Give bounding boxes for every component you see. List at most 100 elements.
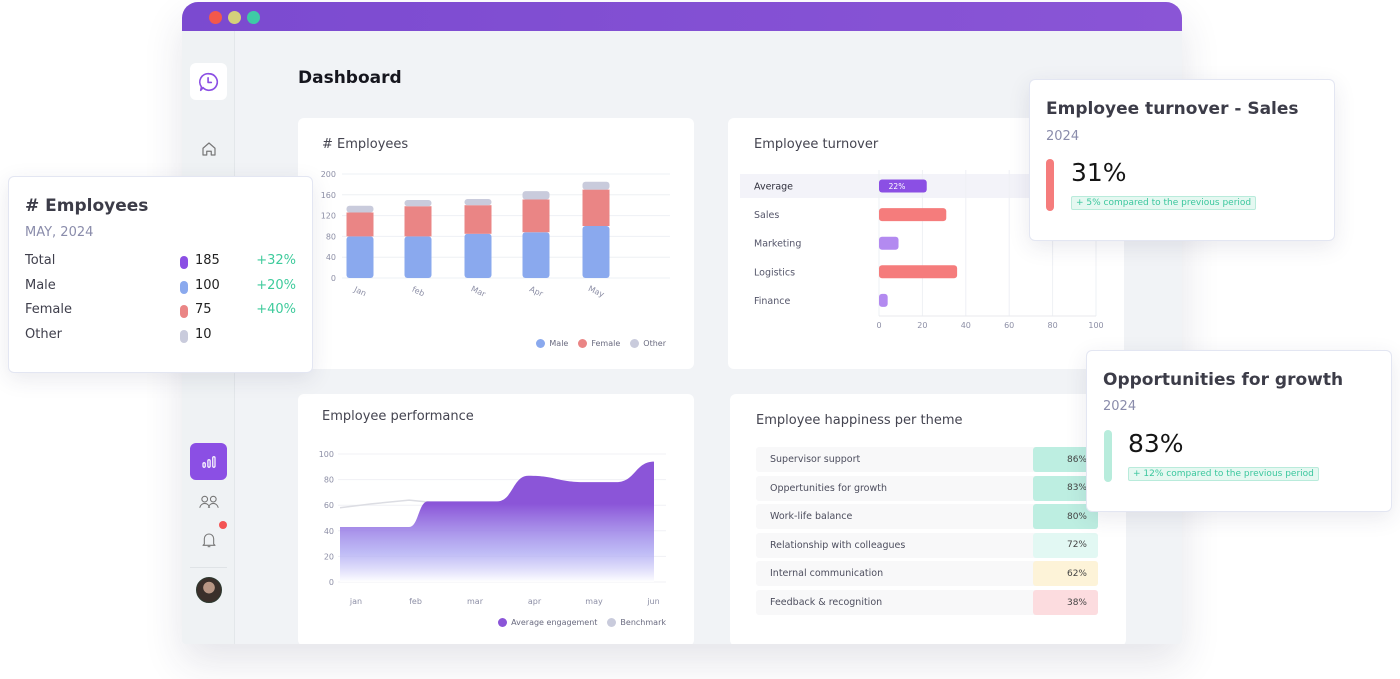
theme-label: Work-life balance bbox=[770, 511, 853, 523]
benchmark-line bbox=[339, 499, 435, 509]
color-indicator bbox=[180, 280, 188, 294]
bell-icon bbox=[201, 533, 216, 547]
x-tick-label: 60 bbox=[1004, 321, 1014, 330]
chart-legend: Male Female Other bbox=[536, 339, 666, 348]
sidebar-item-notifications[interactable] bbox=[190, 521, 227, 558]
user-avatar[interactable] bbox=[196, 577, 222, 603]
stat-change: +20% bbox=[256, 277, 296, 293]
employee-stat-row: Other 10 bbox=[25, 327, 296, 347]
x-tick-label: May bbox=[587, 284, 606, 299]
legend-swatch bbox=[607, 618, 617, 627]
popup-title: Opportunities for growth bbox=[1103, 370, 1344, 390]
y-tick-label: 80 bbox=[326, 232, 336, 241]
app-logo[interactable] bbox=[190, 63, 227, 100]
x-tick-label: jan bbox=[349, 597, 362, 606]
comparison-badge: + 12% compared to the previous period bbox=[1128, 467, 1319, 481]
title-bar bbox=[182, 2, 1182, 31]
notification-badge bbox=[219, 521, 227, 529]
x-tick-label: may bbox=[585, 597, 603, 606]
turnover-sales-popup: Employee turnover - Sales 2024 31% + 5% … bbox=[1029, 79, 1335, 241]
x-tick-label: feb bbox=[410, 285, 425, 299]
legend-item-female: Female bbox=[578, 339, 620, 348]
legend-label: Female bbox=[591, 339, 621, 348]
sidebar-item-team[interactable] bbox=[190, 483, 227, 520]
bar-segment-male bbox=[582, 226, 610, 278]
happiness-card: Employee happiness per theme Supervisor … bbox=[730, 394, 1126, 644]
x-tick-label: Mar bbox=[469, 284, 487, 299]
x-tick-label: 20 bbox=[917, 321, 927, 330]
theme-score: 38% bbox=[1033, 590, 1098, 615]
x-tick-label: 40 bbox=[961, 321, 971, 330]
turnover-bar bbox=[879, 293, 888, 307]
legend-item-benchmark: Benchmark bbox=[607, 618, 666, 627]
close-window-button[interactable] bbox=[209, 11, 222, 24]
color-indicator bbox=[180, 329, 188, 343]
sidebar-item-home[interactable] bbox=[190, 130, 227, 167]
y-tick-label: 0 bbox=[329, 578, 334, 587]
x-tick-label: mar bbox=[467, 597, 484, 606]
category-label: Sales bbox=[754, 210, 779, 221]
theme-label: Internal communication bbox=[770, 568, 884, 580]
popup-title: # Employees bbox=[25, 196, 149, 216]
bar-segment-other bbox=[522, 191, 550, 200]
y-tick-label: 40 bbox=[326, 253, 336, 262]
stat-value: 100 bbox=[195, 277, 220, 293]
indicator-bar bbox=[1104, 430, 1112, 482]
legend-swatch bbox=[498, 618, 508, 627]
legend-item-average-engagement: Average engagement bbox=[498, 618, 597, 627]
turnover-bar bbox=[879, 236, 899, 250]
category-label: Marketing bbox=[754, 239, 801, 250]
minimize-window-button[interactable] bbox=[228, 11, 241, 24]
happiness-row: Feedback & recognition 38% bbox=[756, 590, 1098, 615]
happiness-row: Internal communication 62% bbox=[756, 561, 1098, 587]
theme-score: 72% bbox=[1033, 532, 1098, 558]
legend-item-male: Male bbox=[536, 339, 568, 348]
x-tick-label: Apr bbox=[528, 285, 545, 299]
color-indicator bbox=[180, 256, 188, 269]
category-label: Logistics bbox=[754, 267, 795, 278]
performance-chart-card: Employee performance 0 20 40 60 80 100 jan feb m… bbox=[298, 394, 694, 644]
sidebar-divider bbox=[190, 567, 227, 568]
popup-subtitle: 2024 bbox=[1103, 399, 1137, 414]
popup-value: 31% bbox=[1071, 158, 1127, 187]
x-tick-label: Jan bbox=[352, 284, 368, 298]
x-tick-label: feb bbox=[409, 597, 422, 606]
y-tick-label: 0 bbox=[331, 274, 336, 283]
bar-segment-other bbox=[346, 205, 374, 213]
color-indicator bbox=[180, 305, 188, 318]
comparison-badge: + 5% compared to the previous period bbox=[1071, 196, 1257, 210]
growth-popup: Opportunities for growth 2024 83% + 12% … bbox=[1086, 350, 1392, 512]
popup-subtitle: MAY, 2024 bbox=[25, 225, 94, 240]
bar-segment-other bbox=[404, 200, 432, 207]
popup-subtitle: 2024 bbox=[1046, 129, 1080, 144]
users-icon bbox=[198, 495, 219, 508]
theme-score: 62% bbox=[1033, 561, 1098, 587]
x-tick-label: 80 bbox=[1048, 321, 1058, 330]
popup-value: 83% bbox=[1128, 429, 1184, 458]
stat-value: 185 bbox=[195, 253, 220, 268]
maximize-window-button[interactable] bbox=[247, 11, 260, 24]
bar-segment-female bbox=[346, 212, 374, 237]
category-label: Average bbox=[754, 182, 793, 193]
bar-segment-female bbox=[522, 199, 550, 233]
y-tick-label: 80 bbox=[324, 476, 334, 485]
employee-stat-row: Female 75 +40% bbox=[25, 302, 296, 322]
sidebar-item-analytics[interactable] bbox=[190, 443, 227, 480]
indicator-bar bbox=[1046, 159, 1054, 211]
stat-label: Total bbox=[25, 253, 56, 268]
theme-label: Supervisor support bbox=[770, 454, 861, 465]
page-title: Dashboard bbox=[298, 68, 402, 88]
y-tick-label: 200 bbox=[321, 170, 336, 179]
happiness-row: Relationship with colleagues 72% bbox=[756, 532, 1098, 558]
employees-summary-popup: # Employees MAY, 2024 Total 185 +32% Male 10… bbox=[8, 176, 313, 373]
happiness-row: Oppertunities for growth 83% bbox=[756, 475, 1098, 501]
y-tick-label: 160 bbox=[321, 191, 336, 200]
happiness-row: Supervisor support 86% bbox=[756, 447, 1098, 472]
y-tick-label: 100 bbox=[319, 450, 334, 459]
bar-segment-female bbox=[464, 205, 492, 234]
home-icon bbox=[201, 141, 216, 156]
bar-segment-male bbox=[464, 233, 492, 278]
performance-area-chart: 0 20 40 60 80 100 jan feb mar apr may jun bbox=[319, 450, 666, 606]
x-tick-label: 0 bbox=[876, 321, 881, 330]
happiness-row: Work-life balance 80% bbox=[756, 504, 1098, 530]
